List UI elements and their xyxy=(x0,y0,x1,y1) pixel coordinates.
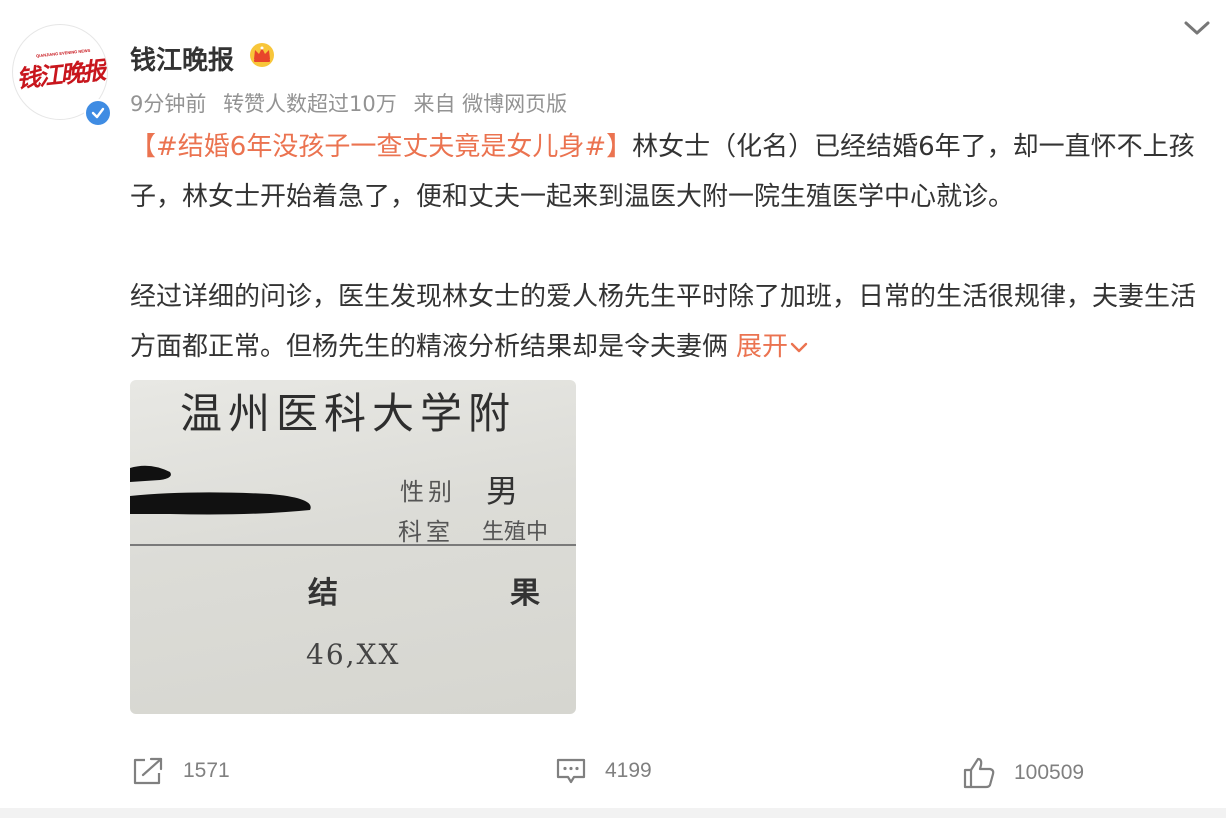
image-gender-label: 性别 xyxy=(400,478,456,506)
expand-link[interactable]: 展开 xyxy=(736,332,808,362)
crown-icon xyxy=(250,43,274,67)
chevron-down-icon xyxy=(790,342,808,352)
repost-button[interactable]: 1571 xyxy=(131,756,230,786)
image-dept-value: 生殖中 xyxy=(482,520,549,545)
paragraph-2: 经过详细的问诊，医生发现林女士的爱人杨先生平时除了加班，日常的生活很规律，夫妻生… xyxy=(130,272,1205,372)
repost-count: 1571 xyxy=(183,759,230,782)
expand-label: 展开 xyxy=(736,332,789,362)
comment-count: 4199 xyxy=(605,759,652,782)
post-meta: 9分钟前 转赞人数超过10万 来自 微博网页版 xyxy=(130,88,577,118)
comment-button[interactable]: 4199 xyxy=(555,756,652,786)
post-image[interactable]: 温州医科大学附 性别 男 科室 生殖中 结 果 46,XX xyxy=(130,380,576,714)
avatar-logo-text: 钱江晚报 xyxy=(14,54,106,94)
post-time[interactable]: 9分钟前 xyxy=(130,92,206,116)
image-result-header-2: 果 xyxy=(510,576,540,611)
repost-like-note: 转赞人数超过10万 xyxy=(223,92,397,116)
image-result-header-1: 结 xyxy=(308,576,338,611)
paragraph-2-text: 经过详细的问诊，医生发现林女士的爱人杨先生平时除了加班，日常的生活很规律，夫妻生… xyxy=(130,282,1197,362)
like-button[interactable]: 100509 xyxy=(962,756,1084,790)
post-content: 【#结婚6年没孩子一查丈夫竟是女儿身#】林女士（化名）已经结婚6年了，却一直怀不… xyxy=(130,122,1205,372)
image-redaction-mark xyxy=(130,465,311,515)
image-divider xyxy=(130,544,576,546)
image-dept-label: 科室 xyxy=(398,518,454,546)
comment-icon xyxy=(556,758,586,784)
share-icon xyxy=(133,757,163,785)
paragraph-1: 【#结婚6年没孩子一查丈夫竟是女儿身#】林女士（化名）已经结婚6年了，却一直怀不… xyxy=(130,122,1205,222)
thumbs-up-icon xyxy=(963,757,995,789)
verified-badge-icon xyxy=(84,99,112,127)
post-source: 来自 微博网页版 xyxy=(413,92,568,116)
avatar-logo-subtext: QIANJIANG EVENING NEWS xyxy=(35,47,91,58)
post-bottom-separator xyxy=(0,808,1226,818)
user-name[interactable]: 钱江晚报 xyxy=(130,40,234,77)
image-result-value: 46,XX xyxy=(306,638,401,671)
image-hospital-title: 温州医科大学附 xyxy=(180,389,517,438)
avatar-logo: 钱江晚报 QIANJIANG EVENING NEWS xyxy=(14,47,106,94)
like-count: 100509 xyxy=(1014,761,1085,784)
hashtag-link[interactable]: 【#结婚6年没孩子一查丈夫竟是女儿身#】 xyxy=(130,132,632,162)
weibo-post: 钱江晚报 QIANJIANG EVENING NEWS 钱江晚报 9分钟前 转赞… xyxy=(0,0,1226,818)
image-gender-value: 男 xyxy=(486,472,519,510)
chevron-down-icon[interactable] xyxy=(1180,14,1214,42)
